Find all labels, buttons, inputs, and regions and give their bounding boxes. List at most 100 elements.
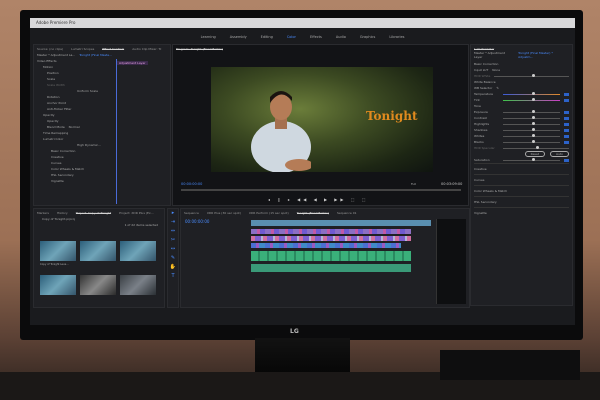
- input-lut-select[interactable]: None: [492, 68, 500, 72]
- razor-icon[interactable]: ✂: [168, 236, 178, 245]
- playhead-timecode[interactable]: 00:00:00:00: [181, 182, 202, 186]
- hdr-specular-label: HDR Specular: [474, 146, 495, 150]
- shadows-label: Shadows: [474, 128, 488, 132]
- exposure-label: Exposure: [474, 110, 488, 114]
- transport-controls[interactable]: ◂ ❙ ▸ ◀◀ ◀ ▶ ▶▶ ⬚ ⬚: [268, 197, 369, 202]
- time-ruler[interactable]: [251, 220, 431, 226]
- hdr-specular-slider[interactable]: [503, 146, 569, 149]
- highlights-label: Highlights: [474, 122, 490, 126]
- lumetri-color-panel: Lumetri Color Master * Adjustment Layer T…: [470, 44, 573, 306]
- project-panel: Markers History Project: Copy of Tonight…: [33, 208, 165, 308]
- tint-label: Tint: [474, 98, 480, 102]
- type-icon[interactable]: T: [168, 272, 178, 281]
- whites-label: Whites: [474, 134, 485, 138]
- workspace-editing[interactable]: Editing: [261, 35, 273, 39]
- hand-icon[interactable]: ✋: [168, 263, 178, 272]
- tab-tonight[interactable]: Tonight (Final Master): [296, 211, 329, 215]
- section-hsl-secondary[interactable]: HSL Secondary: [474, 196, 569, 207]
- shadows-slider[interactable]: [503, 128, 560, 131]
- tab-source[interactable]: Source: (no clips): [37, 47, 63, 51]
- workspace-assembly[interactable]: Assembly: [230, 35, 247, 39]
- tools-panel: ▸ ⇥ ⇔ ✂ ↔ ✎ ✋ T: [167, 208, 179, 308]
- tab-project-copy[interactable]: Project: Copy of Tonight: [75, 211, 112, 215]
- temperature-label: Temperature: [474, 92, 494, 96]
- sequence-name[interactable]: Tonight (Final Maste...: [79, 53, 112, 57]
- tab-audio-clip-mixer[interactable]: Audio Clip Mixer: Tc: [132, 47, 161, 51]
- workspace-color[interactable]: Color: [287, 35, 296, 39]
- tab-xdr-perform[interactable]: XDR Perform (15 sec spot): [249, 211, 289, 215]
- tab-xdr-plus[interactable]: XDR Plus (30 sec spot): [207, 211, 241, 215]
- clip-thumbnail[interactable]: [80, 275, 116, 295]
- ripple-edit-icon[interactable]: ⇔: [168, 227, 178, 236]
- scrub-bar[interactable]: [181, 189, 461, 191]
- section-curves[interactable]: Curves: [474, 174, 569, 185]
- clip-label: Copy of Tonight Leve...: [40, 263, 69, 266]
- clip-thumbnail[interactable]: [80, 241, 116, 261]
- program-monitor: Program: Tonight (Final Master) Tonight …: [172, 44, 469, 206]
- pen-icon[interactable]: ✎: [168, 254, 178, 263]
- monitor-screen: Adobe Premiere Pro Learning Assembly Edi…: [30, 18, 575, 325]
- exposure-slider[interactable]: [503, 110, 560, 113]
- person-figure: [251, 91, 311, 172]
- tab-sequence[interactable]: Sequence: [184, 211, 199, 215]
- selection-tool-icon[interactable]: ▸: [168, 209, 178, 218]
- blend-mode-label: Blend Mode: [47, 125, 65, 129]
- clip-thumbnail[interactable]: [120, 241, 156, 261]
- tab-history[interactable]: History: [57, 211, 68, 215]
- workspace-bar: Learning Assembly Editing Color Effects …: [30, 32, 575, 41]
- highlights-slider[interactable]: [503, 122, 560, 125]
- tab-project-xdr[interactable]: Project: XDR Plus (Ex...: [119, 211, 153, 215]
- video-track-clips[interactable]: [251, 229, 411, 234]
- audio-track-clips[interactable]: [251, 264, 411, 272]
- timeline-timecode[interactable]: 00:00:00:00: [185, 219, 209, 224]
- track-select-icon[interactable]: ⇥: [168, 218, 178, 227]
- workspace-effects[interactable]: Effects: [310, 35, 322, 39]
- section-creative[interactable]: Creative: [474, 163, 569, 174]
- effect-controls-panel: Source: (no clips) Lumetri Scopes Effect…: [33, 44, 171, 206]
- clip-name: Master * Adjustment La...: [37, 53, 76, 57]
- tab-effect-controls[interactable]: Effect Controls: [102, 47, 125, 51]
- blend-mode-select[interactable]: Normal: [69, 125, 80, 129]
- section-color-wheels[interactable]: Color Wheels & Match: [474, 185, 569, 196]
- title-overlay: Tonight: [366, 109, 418, 123]
- duration-timecode: 00:03:09:00: [441, 182, 463, 186]
- lumetri-sequence[interactable]: Tonight (Final Master) * Adjustm...: [518, 51, 569, 59]
- wb-selector-label: WB Selector: [474, 86, 493, 90]
- video-track-clips[interactable]: [251, 243, 401, 248]
- video-track-clips[interactable]: [251, 236, 411, 241]
- contrast-label: Contrast: [474, 116, 487, 120]
- workspace-graphics[interactable]: Graphics: [360, 35, 375, 39]
- selection-count: 1 of 22 items selected: [124, 223, 158, 227]
- tab-program[interactable]: Program: Tonight (Final Master): [176, 47, 223, 51]
- saturation-slider[interactable]: [503, 158, 560, 161]
- tab-lumetri-color[interactable]: Lumetri Color: [474, 47, 495, 51]
- input-lut-label: Input LUT: [474, 68, 489, 72]
- tab-lumetri-scopes[interactable]: Lumetri Scopes: [71, 47, 94, 51]
- tab-sequence-01[interactable]: Sequence 01: [337, 211, 357, 215]
- audio-track-clips[interactable]: [251, 251, 411, 261]
- auto-button[interactable]: Auto: [550, 151, 569, 157]
- slip-icon[interactable]: ↔: [168, 245, 178, 254]
- speaker: [440, 350, 580, 380]
- tab-markers[interactable]: Markers: [37, 211, 49, 215]
- audio-meters: [436, 219, 466, 304]
- clip-thumbnail[interactable]: [40, 241, 76, 261]
- contrast-slider[interactable]: [503, 116, 560, 119]
- whites-slider[interactable]: [503, 134, 560, 137]
- workspace-learning[interactable]: Learning: [201, 35, 216, 39]
- eyedropper-icon[interactable]: ✎: [496, 86, 499, 90]
- clip-thumbnail[interactable]: [40, 275, 76, 295]
- blacks-slider[interactable]: [503, 140, 560, 143]
- hdr-white-label: HDR White: [474, 74, 491, 78]
- workspace-libraries[interactable]: Libraries: [389, 35, 404, 39]
- temperature-slider[interactable]: [503, 92, 560, 95]
- tint-slider[interactable]: [503, 98, 560, 101]
- workspace-audio[interactable]: Audio: [336, 35, 346, 39]
- adjustment-layer-tooltip: Adjustment Layer: [117, 61, 148, 65]
- saturation-label: Saturation: [474, 158, 490, 162]
- section-vignette[interactable]: Vignette: [474, 207, 569, 218]
- reset-button[interactable]: Reset: [524, 151, 546, 157]
- fit-select[interactable]: Full: [411, 182, 416, 186]
- clip-thumbnail[interactable]: [120, 275, 156, 295]
- timeline-panel: Sequence XDR Plus (30 sec spot) XDR Perf…: [180, 208, 470, 308]
